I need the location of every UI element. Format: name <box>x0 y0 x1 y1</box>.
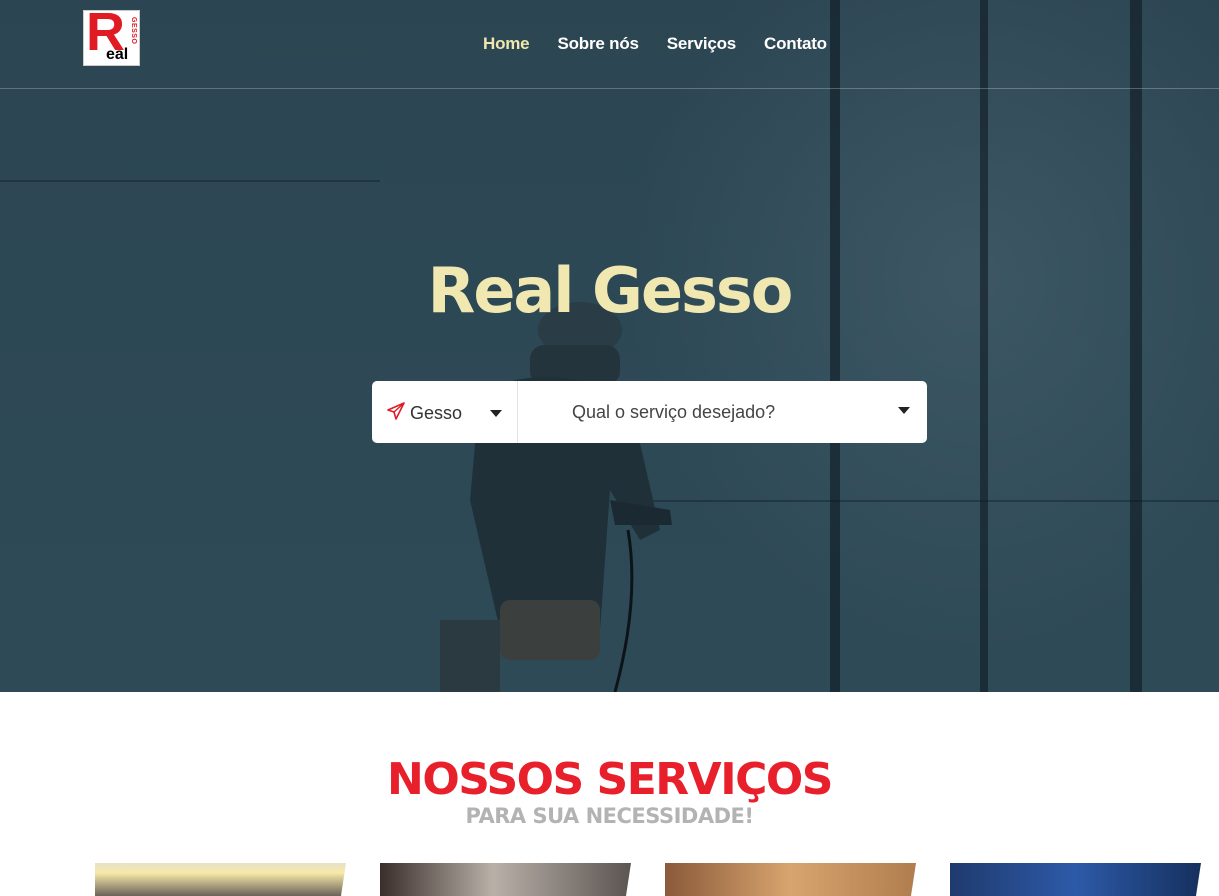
nav-item-sobre-nos[interactable]: Sobre nós <box>557 34 639 54</box>
service-placeholder: Qual o serviço desejado? <box>572 402 776 422</box>
logo-vertical-text: GESSO <box>130 17 137 45</box>
service-card-image[interactable] <box>665 863 916 896</box>
main-menu: Home Sobre nós Serviços Contato <box>483 34 827 54</box>
chevron-down-icon <box>898 407 910 414</box>
service-card-image[interactable] <box>380 863 631 896</box>
service-card-image[interactable] <box>950 863 1201 896</box>
wall-stud <box>830 0 840 692</box>
hero-title: Real Gesso <box>427 254 794 327</box>
logo-text: eal <box>106 46 129 63</box>
service-select[interactable]: Qual o serviço desejado? <box>518 381 927 443</box>
services-subtitle: PARA SUA NECESSIDADE! <box>465 804 754 828</box>
brand-logo[interactable]: R eal GESSO <box>83 5 140 66</box>
hero-section: R eal GESSO Home Sobre nós Serviços Cont… <box>0 0 1219 692</box>
chevron-down-icon <box>490 410 502 417</box>
wall-stud <box>980 0 988 692</box>
nav-item-home[interactable]: Home <box>483 34 530 54</box>
worker-silhouette <box>440 302 672 692</box>
nav-item-servicos[interactable]: Serviços <box>667 34 736 54</box>
wall-seam <box>0 180 380 182</box>
top-navigation: R eal GESSO Home Sobre nós Serviços Cont… <box>0 0 1219 89</box>
service-search-bar: Gesso Qual o serviço desejado? <box>372 381 927 443</box>
category-select[interactable]: Gesso <box>372 381 518 443</box>
nav-item-contato[interactable]: Contato <box>764 34 827 54</box>
service-card-image[interactable] <box>95 863 346 896</box>
services-title: NOSSOS SERVIÇOS <box>387 754 833 805</box>
category-value: Gesso <box>410 403 463 423</box>
wall-stud <box>1130 0 1142 692</box>
paper-plane-icon <box>387 402 405 420</box>
